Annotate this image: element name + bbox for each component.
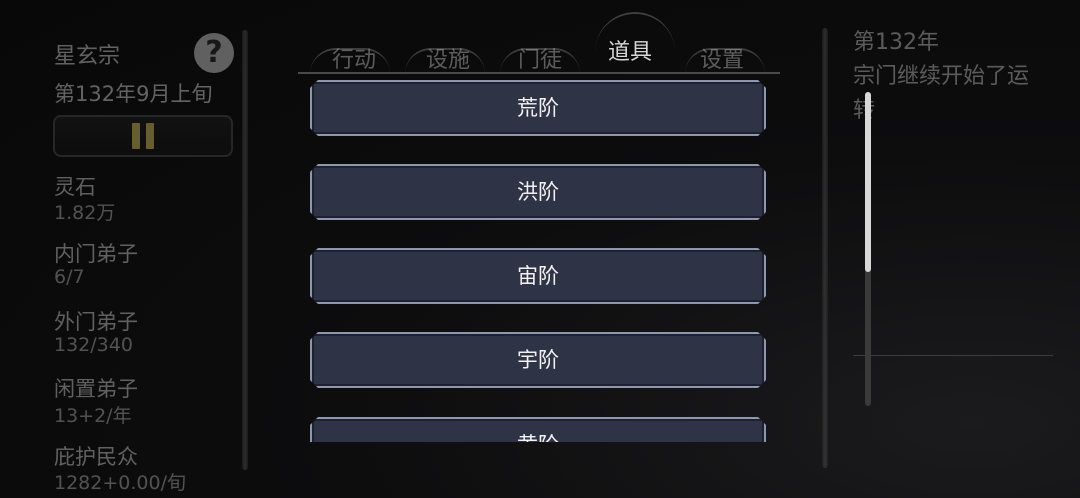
grade-button-zhou[interactable]: 宙阶 bbox=[310, 248, 766, 304]
stat-value-outer-disciples: 132/340 bbox=[54, 334, 133, 356]
grade-button-yu[interactable]: 宇阶 bbox=[310, 332, 766, 388]
log-message: 宗门继续开始了运 bbox=[853, 64, 1030, 89]
tab-actions[interactable]: 行动 bbox=[332, 42, 376, 74]
log-scrollbar-thumb[interactable] bbox=[865, 92, 871, 272]
game-screen: 星玄宗 ? 第132年9月上旬 灵石 1.82万 内门弟子 6/7 外门弟子 1… bbox=[0, 0, 1080, 498]
sect-status-panel: 星玄宗 ? 第132年9月上旬 灵石 1.82万 内门弟子 6/7 外门弟子 1… bbox=[0, 0, 260, 498]
stat-label-outer-disciples: 外门弟子 bbox=[54, 310, 138, 334]
item-grade-list: 荒阶 洪阶 宙阶 宇阶 黄阶 bbox=[308, 80, 768, 442]
pause-icon bbox=[132, 123, 154, 149]
help-button[interactable]: ? bbox=[194, 33, 234, 73]
stat-value-spirit-stones: 1.82万 bbox=[54, 202, 116, 224]
sect-name: 星玄宗 bbox=[54, 44, 121, 69]
tab-bar: 行动 设施 门徒 道具 设置 bbox=[290, 0, 790, 80]
left-panel-scrollbar[interactable] bbox=[242, 30, 248, 470]
grade-button-huang-yellow[interactable]: 黄阶 bbox=[310, 417, 766, 442]
stat-label-protected-people: 庇护民众 bbox=[54, 445, 138, 469]
tab-facilities[interactable]: 设施 bbox=[426, 42, 470, 74]
log-separator bbox=[853, 355, 1053, 356]
tab-settings[interactable]: 设置 bbox=[700, 42, 744, 74]
stat-value-inner-disciples: 6/7 bbox=[54, 266, 85, 288]
log-scrollbar[interactable] bbox=[865, 92, 871, 406]
grade-button-hong[interactable]: 洪阶 bbox=[310, 164, 766, 220]
tab-disciples[interactable]: 门徒 bbox=[518, 42, 562, 74]
right-panel-divider bbox=[822, 28, 828, 468]
question-icon: ? bbox=[205, 35, 223, 70]
log-message-cont: 转 bbox=[853, 98, 876, 123]
stat-label-spirit-stones: 灵石 bbox=[54, 175, 96, 199]
pause-button[interactable] bbox=[53, 115, 233, 157]
stat-label-idle-disciples: 闲置弟子 bbox=[54, 377, 138, 401]
grade-button-huang-desolate[interactable]: 荒阶 bbox=[310, 80, 766, 136]
stat-value-idle-disciples: 13+2/年 bbox=[54, 405, 132, 427]
stat-value-protected-people: 1282+0.00/旬 bbox=[54, 472, 186, 494]
event-log-panel: 第132年 宗门继续开始了运 转 bbox=[820, 0, 1080, 498]
stat-label-inner-disciples: 内门弟子 bbox=[54, 242, 138, 266]
log-year: 第132年 bbox=[853, 30, 939, 55]
tab-items[interactable]: 道具 bbox=[608, 34, 652, 66]
game-date: 第132年9月上旬 bbox=[54, 82, 213, 106]
